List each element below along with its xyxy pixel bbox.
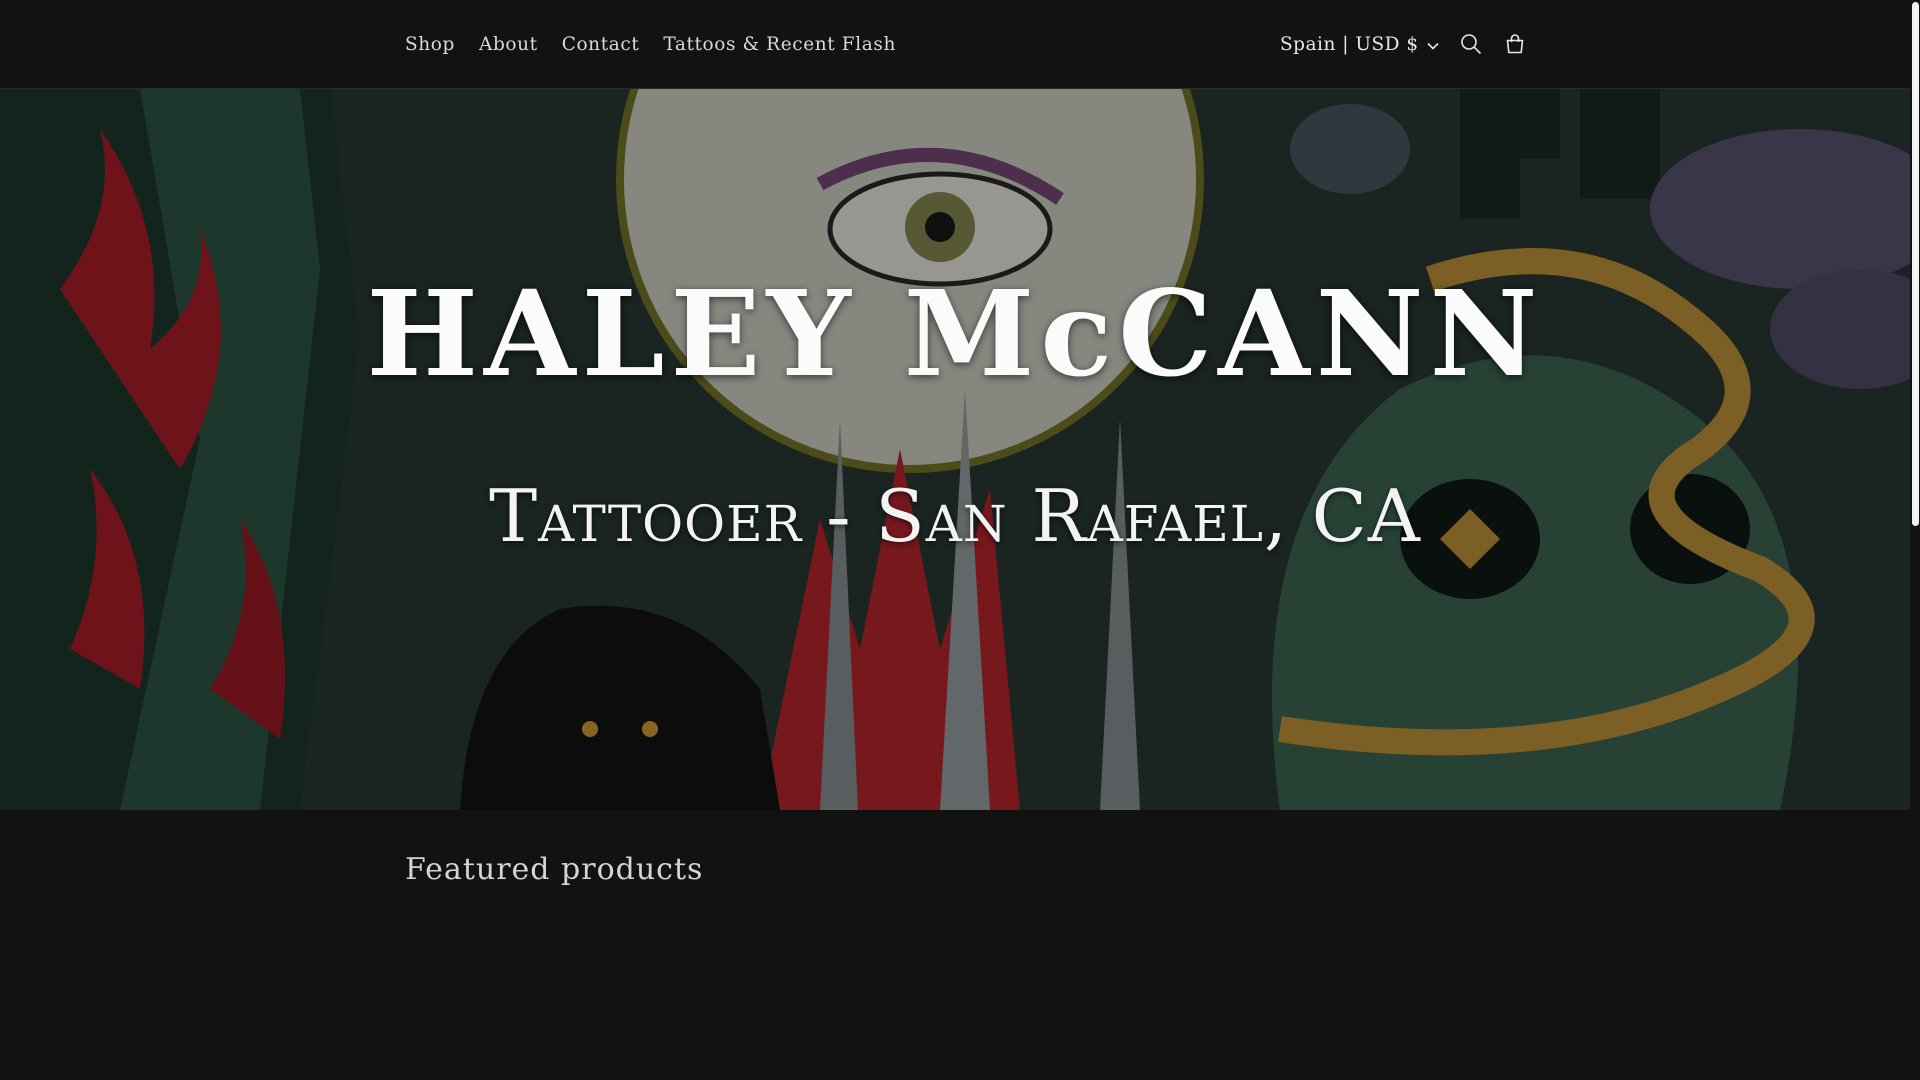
scrollbar-thumb[interactable]	[1912, 2, 1919, 526]
country-currency-selector[interactable]: Spain | USD $	[1270, 28, 1449, 61]
nav-shop-link[interactable]: Shop	[393, 26, 467, 63]
search-button[interactable]	[1449, 22, 1493, 66]
main-nav: Shop About Contact Tattoos & Recent Flas…	[393, 0, 908, 88]
header-actions: Spain | USD $	[1270, 0, 1537, 88]
nav-tattoos-flash-link[interactable]: Tattoos & Recent Flash	[651, 26, 908, 63]
cart-button[interactable]	[1493, 22, 1537, 66]
hero-banner: HALEY McCANN Tattooer - San Rafael, CA	[0, 89, 1910, 810]
page: Shop About Contact Tattoos & Recent Flas…	[0, 0, 1920, 1080]
featured-products-heading: Featured products	[405, 852, 704, 887]
cart-icon	[1504, 33, 1526, 55]
hero-subtitle: Tattooer - San Rafael, CA	[489, 474, 1421, 558]
site-header: Shop About Contact Tattoos & Recent Flas…	[0, 0, 1910, 89]
nav-about-link[interactable]: About	[467, 26, 550, 63]
search-icon	[1460, 33, 1482, 55]
chevron-down-icon	[1427, 34, 1439, 55]
hero-dark-overlay	[0, 89, 1910, 810]
country-currency-label: Spain | USD $	[1280, 33, 1419, 55]
hero-title: HALEY McCANN	[366, 264, 1544, 403]
nav-contact-link[interactable]: Contact	[550, 26, 652, 63]
page-scrollbar[interactable]	[1910, 0, 1920, 1080]
